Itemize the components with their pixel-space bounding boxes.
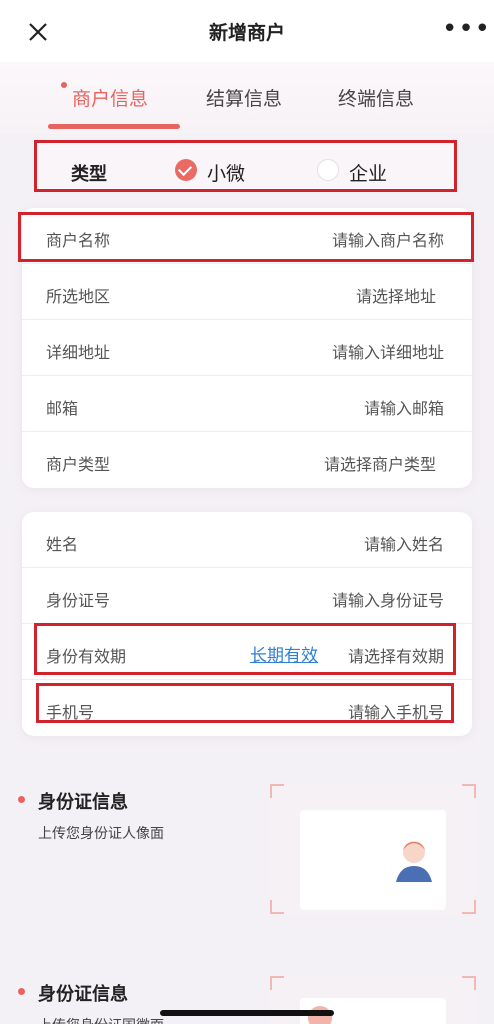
portrait-icon bbox=[396, 841, 432, 882]
region-label: 所选地区 bbox=[46, 287, 111, 306]
id-validity-row[interactable]: 身份有效期 长期有效 请选择有效期 bbox=[22, 624, 472, 680]
frame-corner bbox=[462, 900, 476, 914]
tab-settlement-info[interactable]: 结算信息 bbox=[206, 84, 282, 111]
id-back-upload[interactable] bbox=[270, 976, 476, 1024]
email-input[interactable]: 请输入邮箱 bbox=[364, 395, 444, 419]
tab-indicator-dot bbox=[61, 82, 67, 88]
region-row[interactable]: 所选地区 请选择地址 bbox=[22, 264, 472, 320]
id-front-upload[interactable] bbox=[270, 784, 476, 914]
email-row[interactable]: 邮箱 请输入邮箱 bbox=[22, 376, 472, 432]
id-back-section: 身份证信息 上传您身份证国徽面 bbox=[18, 976, 478, 1024]
id-validity-label: 身份有效期 bbox=[46, 647, 127, 666]
merchant-name-row[interactable]: 商户名称 请输入商户名称 bbox=[22, 208, 472, 264]
tab-terminal-info[interactable]: 终端信息 bbox=[338, 84, 414, 111]
merchant-info-card: 商户名称 请输入商户名称 所选地区 请选择地址 详细地址 请输入详细地址 邮箱 … bbox=[22, 208, 472, 488]
validity-picker[interactable]: 请选择有效期 bbox=[348, 643, 444, 667]
id-number-input[interactable]: 请输入身份证号 bbox=[332, 587, 444, 611]
frame-corner bbox=[462, 784, 476, 798]
id-number-row[interactable]: 身份证号 请输入身份证号 bbox=[22, 568, 472, 624]
type-selector: 类型 小微 企业 bbox=[34, 140, 457, 192]
section-dot bbox=[18, 988, 25, 995]
merchant-type-label: 商户类型 bbox=[46, 455, 111, 474]
email-label: 邮箱 bbox=[46, 399, 79, 418]
id-back-title: 身份证信息 bbox=[38, 984, 128, 1005]
section-dot bbox=[18, 796, 25, 803]
region-picker[interactable]: 请选择地址 bbox=[356, 283, 436, 307]
radio-label-small-micro[interactable]: 小微 bbox=[207, 159, 245, 186]
long-term-valid-link[interactable]: 长期有效 bbox=[250, 641, 318, 666]
frame-corner bbox=[270, 976, 284, 990]
person-info-card: 姓名 请输入姓名 身份证号 请输入身份证号 身份有效期 长期有效 请选择有效期 … bbox=[22, 512, 472, 736]
phone-input[interactable]: 请输入手机号 bbox=[348, 699, 444, 723]
address-label: 详细地址 bbox=[46, 343, 111, 362]
merchant-type-picker[interactable]: 请选择商户类型 bbox=[324, 451, 436, 475]
radio-small-micro[interactable] bbox=[175, 159, 197, 181]
name-row[interactable]: 姓名 请输入姓名 bbox=[22, 512, 472, 568]
merchant-type-row[interactable]: 商户类型 请选择商户类型 bbox=[22, 432, 472, 488]
frame-corner bbox=[462, 976, 476, 990]
frame-corner bbox=[270, 784, 284, 798]
radio-enterprise[interactable] bbox=[317, 159, 339, 181]
id-front-subtitle: 上传您身份证人像面 bbox=[38, 826, 164, 842]
id-back-subtitle: 上传您身份证国徽面 bbox=[38, 1015, 164, 1024]
phone-row[interactable]: 手机号 请输入手机号 bbox=[22, 680, 472, 736]
address-row[interactable]: 详细地址 请输入详细地址 bbox=[22, 320, 472, 376]
id-front-title: 身份证信息 bbox=[38, 792, 128, 813]
home-indicator bbox=[160, 1010, 334, 1016]
radio-label-enterprise[interactable]: 企业 bbox=[349, 159, 387, 186]
name-input[interactable]: 请输入姓名 bbox=[364, 531, 444, 555]
id-front-section: 身份证信息 上传您身份证人像面 bbox=[18, 784, 478, 918]
tab-merchant-info[interactable]: 商户信息 bbox=[72, 84, 148, 111]
name-label: 姓名 bbox=[46, 535, 79, 554]
type-label: 类型 bbox=[71, 164, 107, 185]
page-title: 新增商户 bbox=[208, 22, 285, 44]
top-bar: 新增商户 ••• bbox=[0, 0, 494, 62]
more-icon[interactable]: ••• bbox=[442, 16, 490, 44]
merchant-name-label: 商户名称 bbox=[46, 231, 111, 250]
tab-bar: 商户信息 结算信息 终端信息 bbox=[0, 62, 494, 134]
tab-underline bbox=[48, 124, 180, 129]
id-card-placeholder bbox=[300, 810, 446, 910]
phone-label: 手机号 bbox=[46, 703, 95, 722]
id-number-label: 身份证号 bbox=[46, 591, 111, 610]
address-input[interactable]: 请输入详细地址 bbox=[332, 339, 444, 363]
frame-corner bbox=[270, 900, 284, 914]
merchant-name-input[interactable]: 请输入商户名称 bbox=[332, 227, 444, 251]
